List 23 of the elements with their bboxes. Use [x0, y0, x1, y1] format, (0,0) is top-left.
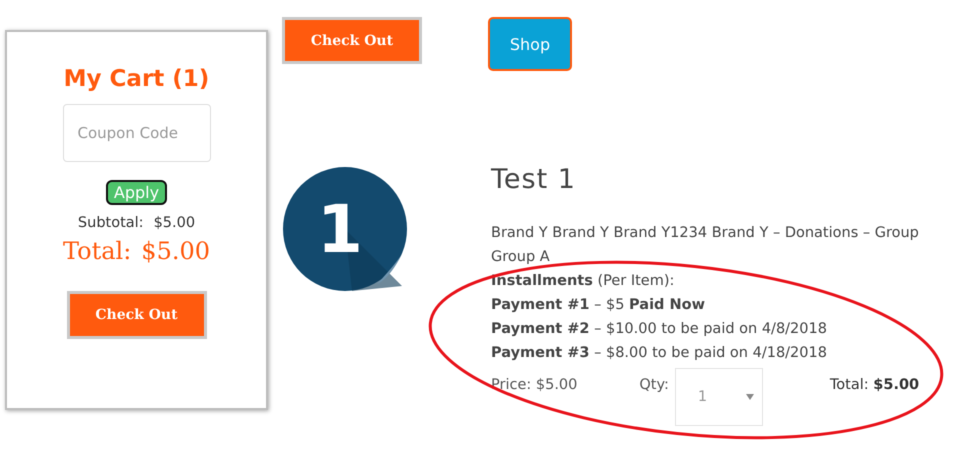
caret-icon: [746, 394, 754, 400]
payment-line: Payment #3 – $8.00 to be paid on 4/18/2018: [491, 344, 828, 363]
price-text: Price: $5.00: [491, 377, 578, 393]
qty-label: Qty:: [639, 377, 669, 393]
subtotal-label: Subtotal:: [78, 215, 144, 231]
checkout-button[interactable]: Check Out: [282, 17, 422, 64]
subtotal-value: $5.00: [154, 215, 196, 231]
number-badge-icon: 1: [282, 166, 408, 292]
product-description: Brand Y Brand Y Brand Y1234 Brand Y – Donations – Group: [491, 224, 920, 243]
total-value: $5.00: [141, 237, 210, 265]
installments-heading: Installments (Per Item):: [491, 272, 676, 291]
apply-button[interactable]: Apply: [106, 180, 168, 205]
shop-button[interactable]: Shop: [488, 17, 572, 71]
qty-select[interactable]: 1: [674, 368, 763, 426]
total-label: Total:: [62, 237, 132, 265]
coupon-field[interactable]: Coupon Code: [62, 104, 210, 162]
cart-title: My Cart (1): [64, 66, 210, 92]
payment-line: Payment #2 – $10.00 to be paid on 4/8/2018: [491, 320, 828, 339]
product-description: Group A: [491, 248, 551, 267]
payment-line: Payment #1 – $5 Paid Now: [491, 296, 706, 315]
product-total: Total: $5.00: [830, 377, 920, 393]
checkout-button[interactable]: Check Out: [66, 291, 206, 339]
product-title: Test 1: [491, 164, 577, 195]
